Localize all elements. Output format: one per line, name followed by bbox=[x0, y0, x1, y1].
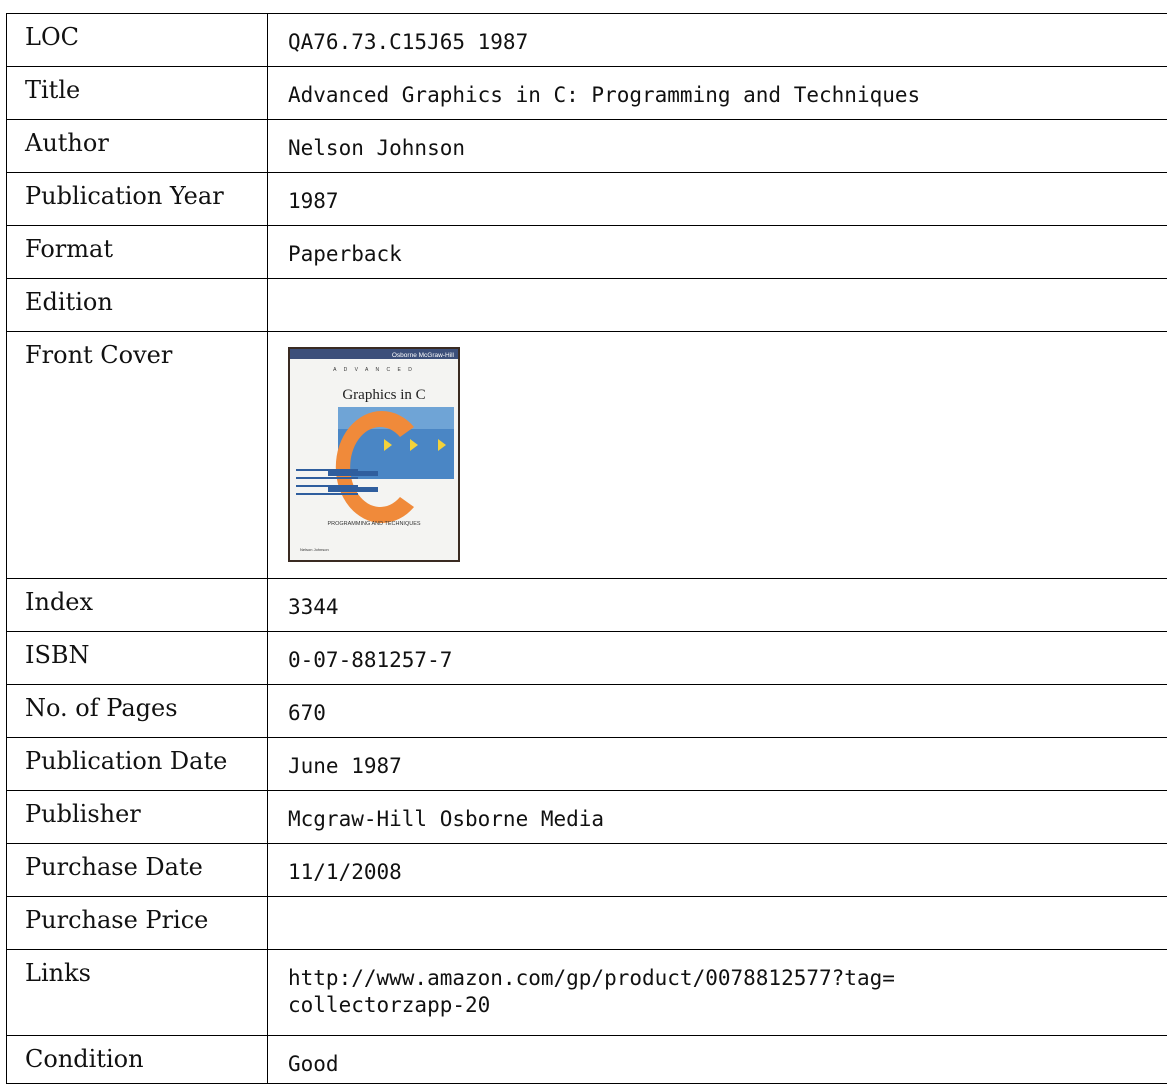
value-front-cover: Osborne McGraw-Hill A D V A N C E D Grap… bbox=[267, 331, 1167, 579]
value-publisher: Mcgraw-Hill Osborne Media bbox=[267, 790, 1167, 844]
label-pages: No. of Pages bbox=[6, 684, 268, 738]
value-isbn: 0-07-881257-7 bbox=[267, 631, 1167, 685]
cover-bar-5 bbox=[328, 471, 378, 476]
label-author: Author bbox=[6, 119, 268, 173]
row-isbn: ISBN 0-07-881257-7 bbox=[6, 631, 1167, 685]
cover-subtitle: PROGRAMMING AND TECHNIQUES bbox=[327, 521, 420, 527]
front-cover-image[interactable]: Osborne McGraw-Hill A D V A N C E D Grap… bbox=[288, 347, 460, 562]
cover-bar-1 bbox=[296, 469, 358, 471]
row-pages: No. of Pages 670 bbox=[6, 684, 1167, 738]
row-purchase-date: Purchase Date 11/1/2008 bbox=[6, 843, 1167, 897]
row-edition: Edition bbox=[6, 278, 1167, 332]
amazon-link-line-1: http://www.amazon.com/gp/product/0078812… bbox=[288, 966, 895, 990]
label-purchase-date: Purchase Date bbox=[6, 843, 268, 897]
label-edition: Edition bbox=[6, 278, 268, 332]
row-title: Title Advanced Graphics in C: Programmin… bbox=[6, 66, 1167, 120]
cover-author: Nelson Johnson bbox=[300, 547, 329, 552]
amazon-link[interactable]: http://www.amazon.com/gp/product/0078812… bbox=[288, 966, 895, 1017]
value-format: Paperback bbox=[267, 225, 1167, 279]
amazon-link-line-2: collectorzapp-20 bbox=[288, 993, 491, 1017]
row-author: Author Nelson Johnson bbox=[6, 119, 1167, 173]
cover-bar-3 bbox=[296, 485, 358, 487]
label-front-cover: Front Cover bbox=[6, 331, 268, 579]
value-pages: 670 bbox=[267, 684, 1167, 738]
cover-bar-6 bbox=[328, 487, 378, 492]
value-publication-date: June 1987 bbox=[267, 737, 1167, 791]
label-publication-year: Publication Year bbox=[6, 172, 268, 226]
value-links: http://www.amazon.com/gp/product/0078812… bbox=[267, 949, 1167, 1036]
label-format: Format bbox=[6, 225, 268, 279]
label-index: Index bbox=[6, 578, 268, 632]
row-index: Index 3344 bbox=[6, 578, 1167, 632]
row-publication-year: Publication Year 1987 bbox=[6, 172, 1167, 226]
value-purchase-date: 11/1/2008 bbox=[267, 843, 1167, 897]
value-purchase-price bbox=[267, 896, 1167, 950]
cover-bar-2 bbox=[296, 477, 358, 479]
value-condition: Good bbox=[267, 1035, 1167, 1084]
row-front-cover: Front Cover Osborne McGraw-Hill A D V A … bbox=[6, 331, 1167, 579]
label-isbn: ISBN bbox=[6, 631, 268, 685]
value-publication-year: 1987 bbox=[267, 172, 1167, 226]
row-publisher: Publisher Mcgraw-Hill Osborne Media bbox=[6, 790, 1167, 844]
label-links: Links bbox=[6, 949, 268, 1036]
row-publication-date: Publication Date June 1987 bbox=[6, 737, 1167, 791]
value-index: 3344 bbox=[267, 578, 1167, 632]
cover-publisher-mark: Osborne McGraw-Hill bbox=[392, 352, 455, 359]
cover-series: A D V A N C E D bbox=[333, 367, 415, 373]
row-loc: LOC QA76.73.C15J65 1987 bbox=[6, 13, 1167, 67]
label-publication-date: Publication Date bbox=[6, 737, 268, 791]
label-condition: Condition bbox=[6, 1035, 268, 1084]
value-edition bbox=[267, 278, 1167, 332]
label-purchase-price: Purchase Price bbox=[6, 896, 268, 950]
label-loc: LOC bbox=[6, 13, 268, 67]
label-publisher: Publisher bbox=[6, 790, 268, 844]
value-title: Advanced Graphics in C: Programming and … bbox=[267, 66, 1167, 120]
cover-bar-4 bbox=[296, 493, 358, 495]
row-links: Links http://www.amazon.com/gp/product/0… bbox=[6, 949, 1167, 1036]
value-loc: QA76.73.C15J65 1987 bbox=[267, 13, 1167, 67]
value-author: Nelson Johnson bbox=[267, 119, 1167, 173]
row-purchase-price: Purchase Price bbox=[6, 896, 1167, 950]
cover-title: Graphics in C bbox=[342, 387, 425, 403]
row-condition: Condition Good bbox=[6, 1035, 1167, 1084]
label-title: Title bbox=[6, 66, 268, 120]
row-format: Format Paperback bbox=[6, 225, 1167, 279]
book-details-table: LOC QA76.73.C15J65 1987 Title Advanced G… bbox=[6, 13, 1167, 1084]
